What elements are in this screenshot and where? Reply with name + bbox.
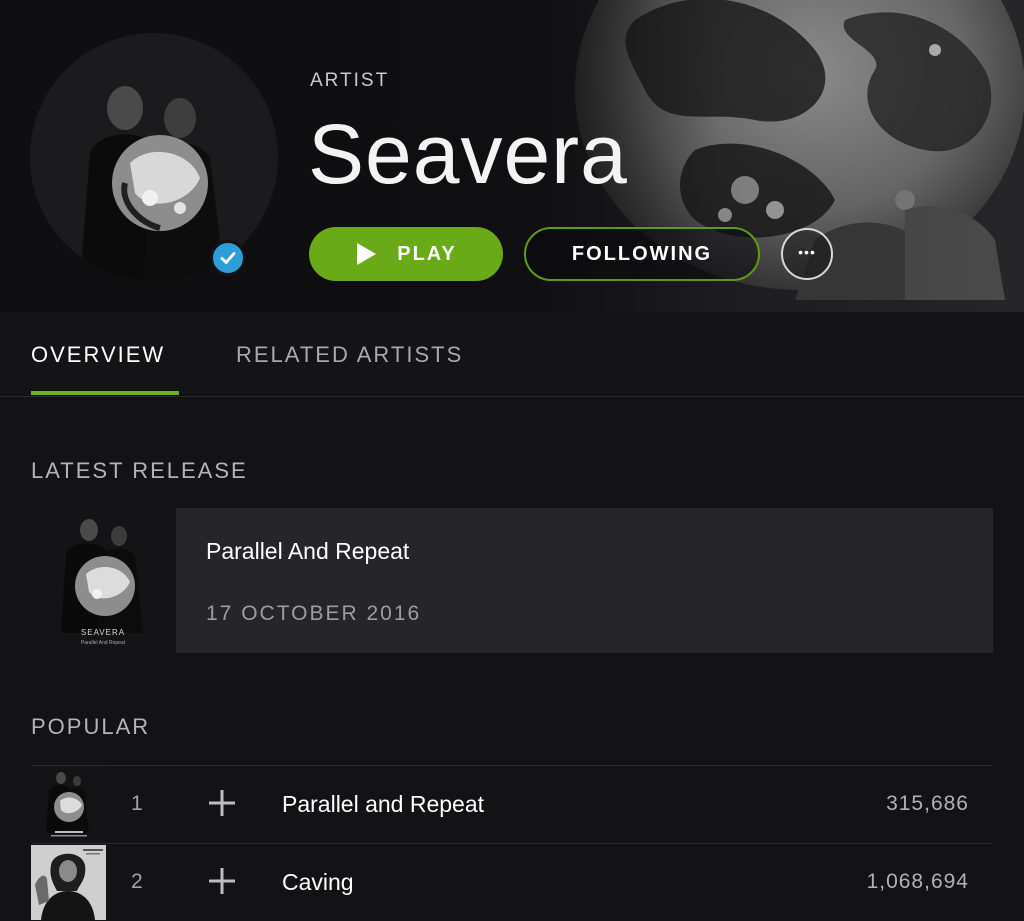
cover-album-text: Parallel And Repeat <box>81 640 126 646</box>
track-play-count: 1,068,694 <box>866 870 969 893</box>
following-button-label: FOLLOWING <box>571 242 713 265</box>
track-title[interactable]: Parallel and Repeat <box>282 791 484 818</box>
artist-header: ARTIST Seavera PLAY FOLLOWING ••• <box>0 0 1024 312</box>
active-tab-indicator <box>31 391 179 395</box>
plus-icon[interactable] <box>205 864 239 898</box>
more-dots-icon: ••• <box>798 244 816 260</box>
play-button[interactable]: PLAY <box>309 227 503 281</box>
tab-overview[interactable]: OVERVIEW <box>31 342 165 368</box>
latest-release-card[interactable]: SEAVERA Parallel And Repeat Parallel And… <box>31 508 993 653</box>
album-cover-image: SEAVERA Parallel And Repeat <box>31 508 176 653</box>
release-title[interactable]: Parallel And Repeat <box>206 538 409 565</box>
track-thumbnail <box>31 767 106 842</box>
track-row[interactable]: 1 Parallel and Repeat 315,686 <box>31 765 993 843</box>
artist-page: ARTIST Seavera PLAY FOLLOWING ••• OVERVI… <box>0 0 1024 921</box>
track-thumbnail <box>31 845 106 920</box>
more-options-button[interactable]: ••• <box>781 228 833 280</box>
track-row[interactable]: 2 Caving 1,068,694 <box>31 843 993 921</box>
checkmark-icon <box>220 252 236 264</box>
play-button-label: PLAY <box>397 242 457 265</box>
release-cover-art[interactable]: SEAVERA Parallel And Repeat <box>31 508 176 653</box>
tab-related-artists[interactable]: RELATED ARTISTS <box>236 342 463 368</box>
verified-badge <box>210 240 246 276</box>
latest-release-heading: LATEST RELEASE <box>31 458 248 483</box>
track-number: 2 <box>131 870 143 893</box>
popular-heading: POPULAR <box>31 714 151 739</box>
play-triangle-icon <box>357 243 377 265</box>
artist-tabs: OVERVIEW RELATED ARTISTS <box>0 312 1024 397</box>
plus-icon[interactable] <box>205 786 239 820</box>
track-title[interactable]: Caving <box>282 869 354 896</box>
track-number: 1 <box>131 792 143 815</box>
track-cover-image <box>31 845 106 920</box>
cover-artist-text: SEAVERA <box>81 628 125 637</box>
artist-name: Seavera <box>308 107 628 201</box>
artist-avatar <box>30 33 278 281</box>
artist-photo <box>30 33 278 281</box>
following-button[interactable]: FOLLOWING <box>524 227 760 281</box>
track-play-count: 315,686 <box>886 792 969 815</box>
track-cover-image <box>31 767 106 842</box>
artist-type-label: ARTIST <box>310 70 390 91</box>
release-date: 17 OCTOBER 2016 <box>206 602 422 625</box>
